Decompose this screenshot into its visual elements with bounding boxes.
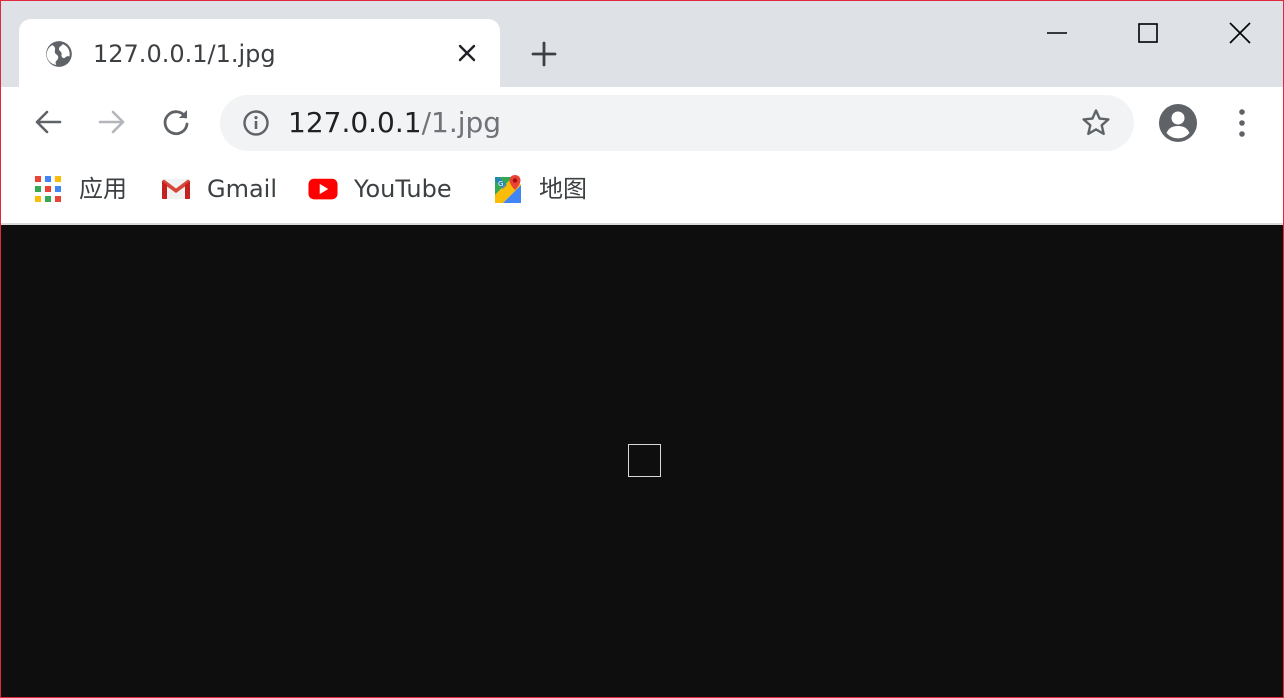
maximize-icon — [1138, 23, 1158, 43]
tab-title: 127.0.0.1/1.jpg — [93, 40, 276, 68]
menu-button[interactable] — [1225, 103, 1259, 143]
window-close-icon — [1229, 22, 1251, 44]
bookmarks-bar: 应用 Gmail YouTube G 地图 — [1, 159, 1283, 223]
arrow-right-icon — [98, 110, 125, 134]
bookmark-youtube[interactable]: YouTube — [308, 169, 452, 209]
minimize-button[interactable] — [1034, 13, 1080, 53]
url-path: /1.jpg — [421, 106, 502, 139]
window-close-button[interactable] — [1217, 13, 1263, 53]
broken-image-placeholder[interactable] — [628, 444, 661, 477]
tab-strip: 127.0.0.1/1.jpg — [1, 1, 1283, 87]
youtube-icon — [308, 174, 338, 204]
info-icon[interactable] — [242, 109, 270, 137]
forward-button[interactable] — [92, 102, 132, 142]
bookmark-apps[interactable]: 应用 — [33, 169, 127, 209]
bookmark-gmail[interactable]: Gmail — [161, 169, 277, 209]
reload-button[interactable] — [156, 102, 196, 142]
arrow-left-icon — [35, 110, 62, 134]
svg-text:G: G — [498, 180, 503, 188]
gmail-icon — [161, 174, 191, 204]
tab-close-button[interactable] — [453, 39, 481, 67]
reload-icon — [163, 110, 189, 136]
browser-window: 127.0.0.1/1.jpg 127.0.0.1/1.jpg 应用 Gmail… — [0, 0, 1284, 698]
new-tab-button[interactable] — [527, 37, 561, 71]
close-icon — [458, 44, 476, 62]
profile-avatar-icon[interactable] — [1158, 103, 1198, 143]
bookmark-label: 地图 — [539, 175, 587, 203]
bookmark-label: YouTube — [354, 175, 452, 203]
bookmark-maps[interactable]: G 地图 — [493, 169, 587, 209]
globe-icon — [46, 41, 72, 67]
toolbar: 127.0.0.1/1.jpg — [1, 87, 1283, 159]
apps-grid-icon — [33, 174, 63, 204]
bookmark-label: Gmail — [207, 175, 278, 203]
back-button[interactable] — [28, 102, 68, 142]
address-bar[interactable]: 127.0.0.1/1.jpg — [220, 95, 1134, 151]
plus-icon — [531, 41, 557, 67]
star-icon[interactable] — [1080, 107, 1112, 139]
page-content — [1, 225, 1283, 697]
kebab-menu-icon — [1239, 109, 1245, 137]
active-tab[interactable]: 127.0.0.1/1.jpg — [19, 19, 500, 87]
url-host: 127.0.0.1 — [288, 106, 422, 139]
maximize-button[interactable] — [1125, 13, 1171, 53]
minimize-icon — [1047, 32, 1067, 34]
maps-icon: G — [493, 174, 523, 204]
bookmark-label: 应用 — [79, 175, 127, 203]
url-text[interactable]: 127.0.0.1/1.jpg — [288, 106, 501, 140]
